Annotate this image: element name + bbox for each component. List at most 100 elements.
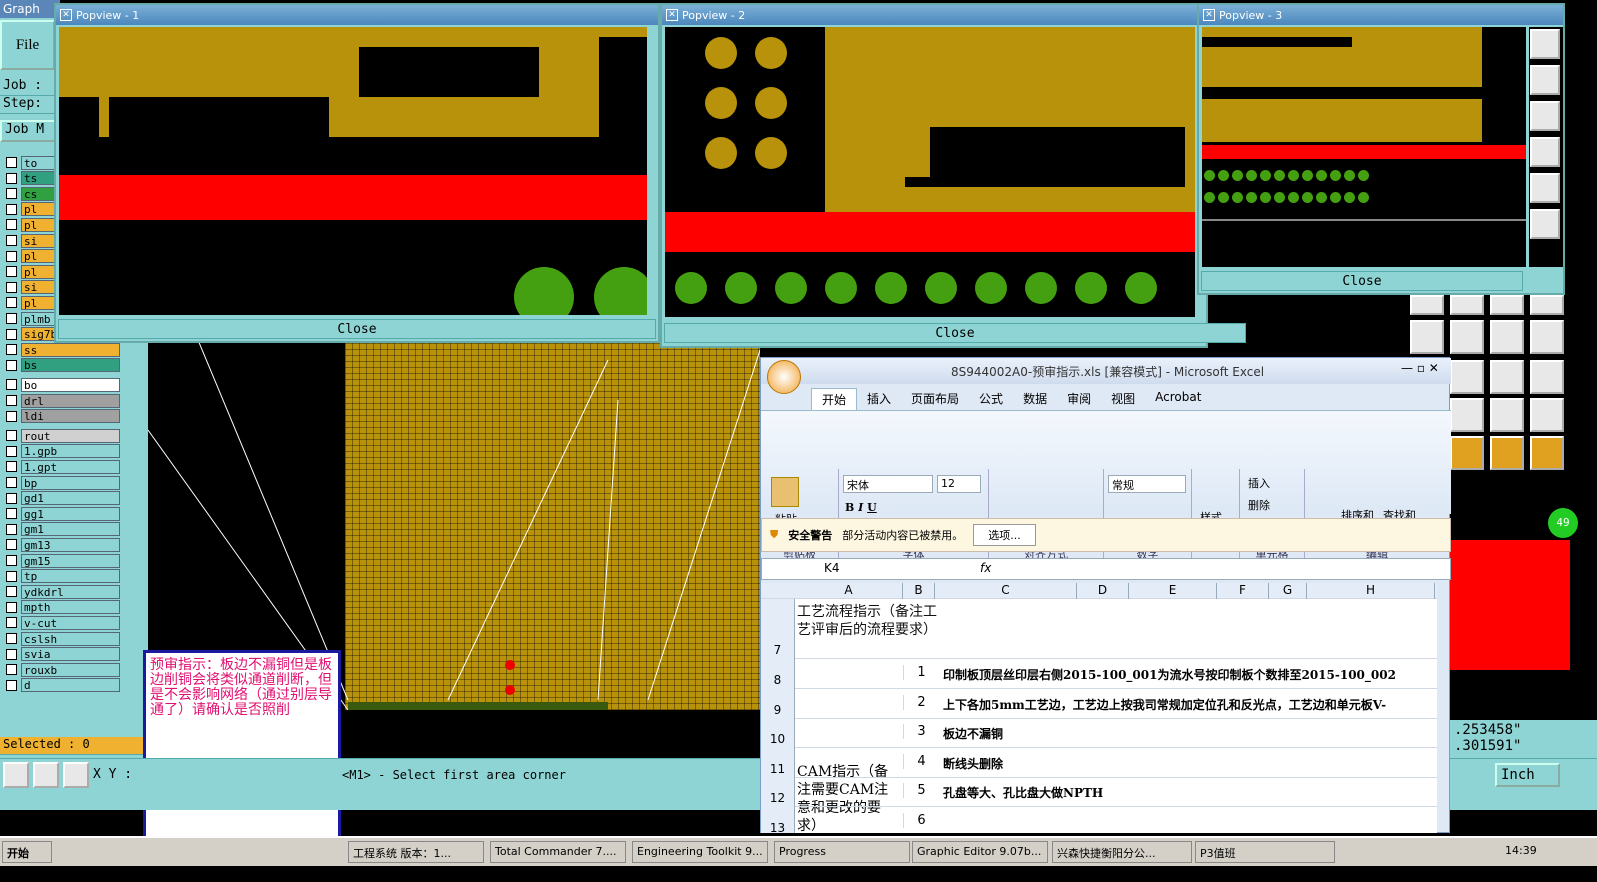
close-icon[interactable]: ✕ (666, 9, 678, 21)
layer-checkbox[interactable] (6, 219, 17, 231)
paste-icon[interactable] (771, 477, 799, 507)
cell-c[interactable]: 印制板顶层丝印层右侧2015-100_001为流水号按印制板个数排至2015-1… (943, 666, 1396, 683)
bold-button[interactable]: B I U (845, 501, 877, 514)
layer-row[interactable]: rouxb (0, 662, 120, 677)
taskbar-item[interactable]: Engineering Toolkit 9... (632, 841, 768, 863)
layer-checkbox[interactable] (6, 617, 17, 629)
layer-checkbox[interactable] (6, 586, 17, 598)
layer-row[interactable]: ldi (0, 409, 120, 424)
layer-row[interactable]: gm1 (0, 522, 120, 537)
layer-row[interactable]: ydkdrl (0, 584, 120, 599)
font-size-select[interactable]: 12 (937, 475, 981, 493)
layer-row[interactable]: drl (0, 393, 120, 408)
layer-row[interactable]: cslsh (0, 631, 120, 646)
layer-checkbox[interactable] (6, 188, 17, 200)
expand-icon[interactable] (1530, 209, 1560, 239)
layer-row[interactable]: gm15 (0, 553, 120, 568)
ribbon-tab[interactable]: 视图 (1101, 388, 1145, 410)
draw-diagonal-icon[interactable] (1450, 320, 1484, 354)
tool-icon[interactable] (1490, 295, 1524, 315)
layer-checkbox[interactable] (6, 235, 17, 246)
taskbar-item[interactable]: Progress (774, 841, 910, 863)
delete-button[interactable]: 删除 (1248, 497, 1270, 513)
rotate-icon[interactable] (1490, 320, 1524, 354)
layer-checkbox[interactable] (6, 508, 17, 520)
column-header[interactable]: D (1077, 583, 1129, 599)
popview-3-close-button[interactable]: Close (1201, 271, 1523, 291)
column-header[interactable]: H (1307, 583, 1435, 599)
layer-checkbox[interactable] (6, 281, 17, 293)
font-select[interactable]: 宋体 (843, 475, 933, 493)
layer-checkbox[interactable] (6, 297, 17, 309)
cell-b[interactable]: 1 (903, 665, 939, 680)
tool-icon[interactable] (1450, 295, 1484, 315)
layer-row[interactable]: bp (0, 475, 120, 490)
layer-row[interactable]: ss (0, 342, 120, 357)
layer-checkbox[interactable] (6, 555, 17, 566)
select-arrow-icon[interactable] (1490, 436, 1524, 470)
close-icon[interactable]: ✕ (60, 9, 72, 21)
layer-checkbox[interactable] (6, 461, 17, 473)
snap-icon[interactable] (1530, 360, 1564, 394)
taskbar-item[interactable]: 工程系统 版本：1... (348, 841, 484, 863)
layer-checkbox[interactable] (6, 539, 17, 551)
layer-checkbox[interactable] (6, 430, 17, 442)
window-controls[interactable]: — ▫ ✕ (1401, 361, 1439, 375)
column-header[interactable]: C (935, 583, 1077, 599)
layer-checkbox[interactable] (6, 203, 17, 215)
layer-row[interactable]: gd1 (0, 491, 120, 506)
taskbar-item[interactable]: Total Commander 7.... (490, 841, 626, 863)
ribbon-tab[interactable]: 数据 (1013, 388, 1057, 410)
layer-checkbox[interactable] (6, 395, 17, 406)
layer-row[interactable]: rout (0, 428, 120, 443)
layer-row[interactable]: svia (0, 647, 120, 662)
layer-checkbox[interactable] (6, 379, 17, 391)
name-box[interactable]: K4 (764, 561, 914, 577)
ribbon-tab[interactable]: 页面布局 (901, 388, 969, 410)
office-button[interactable] (767, 360, 801, 394)
layer-row[interactable]: 1.gpb (0, 444, 120, 459)
unit-selector[interactable]: Inch (1495, 763, 1560, 787)
cell-b[interactable]: 6 (903, 812, 939, 828)
options-button[interactable]: 选项... (973, 524, 1036, 546)
layer-checkbox[interactable] (6, 313, 17, 324)
layer-row[interactable]: bo (0, 377, 120, 392)
column-header[interactable]: A (795, 583, 903, 599)
tool-icon[interactable] (33, 762, 59, 788)
text-a-icon[interactable] (1490, 398, 1524, 432)
layer-row[interactable]: gg1 (0, 506, 120, 521)
draw-line-icon[interactable] (1410, 320, 1444, 354)
layer-row[interactable]: mpth (0, 600, 120, 615)
cell-c[interactable]: 断线头删除 (943, 755, 1003, 772)
export-icon[interactable] (1530, 173, 1560, 203)
cell-a7[interactable]: 工艺流程指示（备注工艺评审后的流程要求） (797, 603, 937, 639)
cell-b[interactable]: 3 (903, 724, 939, 739)
column-header[interactable]: B (903, 583, 935, 599)
grid-icon[interactable] (63, 762, 89, 788)
popview-1-close-button[interactable]: Close (58, 319, 656, 339)
cell-c[interactable]: 孔盘等大、孔比盘大做NPTH (943, 784, 1103, 801)
cell-b[interactable]: 2 (903, 694, 939, 710)
ribbon-tab[interactable]: 插入 (857, 388, 901, 410)
layer-row[interactable]: d (0, 678, 120, 693)
layer-checkbox[interactable] (6, 664, 17, 676)
layer-checkbox[interactable] (6, 328, 17, 340)
ribbon-tab[interactable]: Acrobat (1145, 388, 1211, 410)
fit-icon[interactable] (1530, 101, 1560, 131)
column-header[interactable]: G (1269, 583, 1307, 599)
layer-checkbox[interactable] (6, 445, 17, 457)
column-header[interactable]: F (1217, 583, 1269, 599)
ribbon-tab[interactable]: 公式 (969, 388, 1013, 410)
close-icon[interactable]: ✕ (1203, 9, 1215, 21)
taskbar-item[interactable]: Graphic Editor 9.07b... (912, 841, 1048, 863)
layer-checkbox[interactable] (6, 250, 17, 262)
text-a-icon[interactable] (1450, 398, 1484, 432)
tool-icon[interactable] (1530, 295, 1564, 315)
layer-checkbox[interactable] (6, 266, 17, 278)
layer-row[interactable]: gm13 (0, 537, 120, 552)
width-icon[interactable] (1490, 360, 1524, 394)
select-arrow-icon[interactable] (1450, 436, 1484, 470)
zoom-icon[interactable] (1530, 29, 1560, 59)
layer-checkbox[interactable] (6, 344, 17, 356)
layer-checkbox[interactable] (6, 648, 17, 660)
